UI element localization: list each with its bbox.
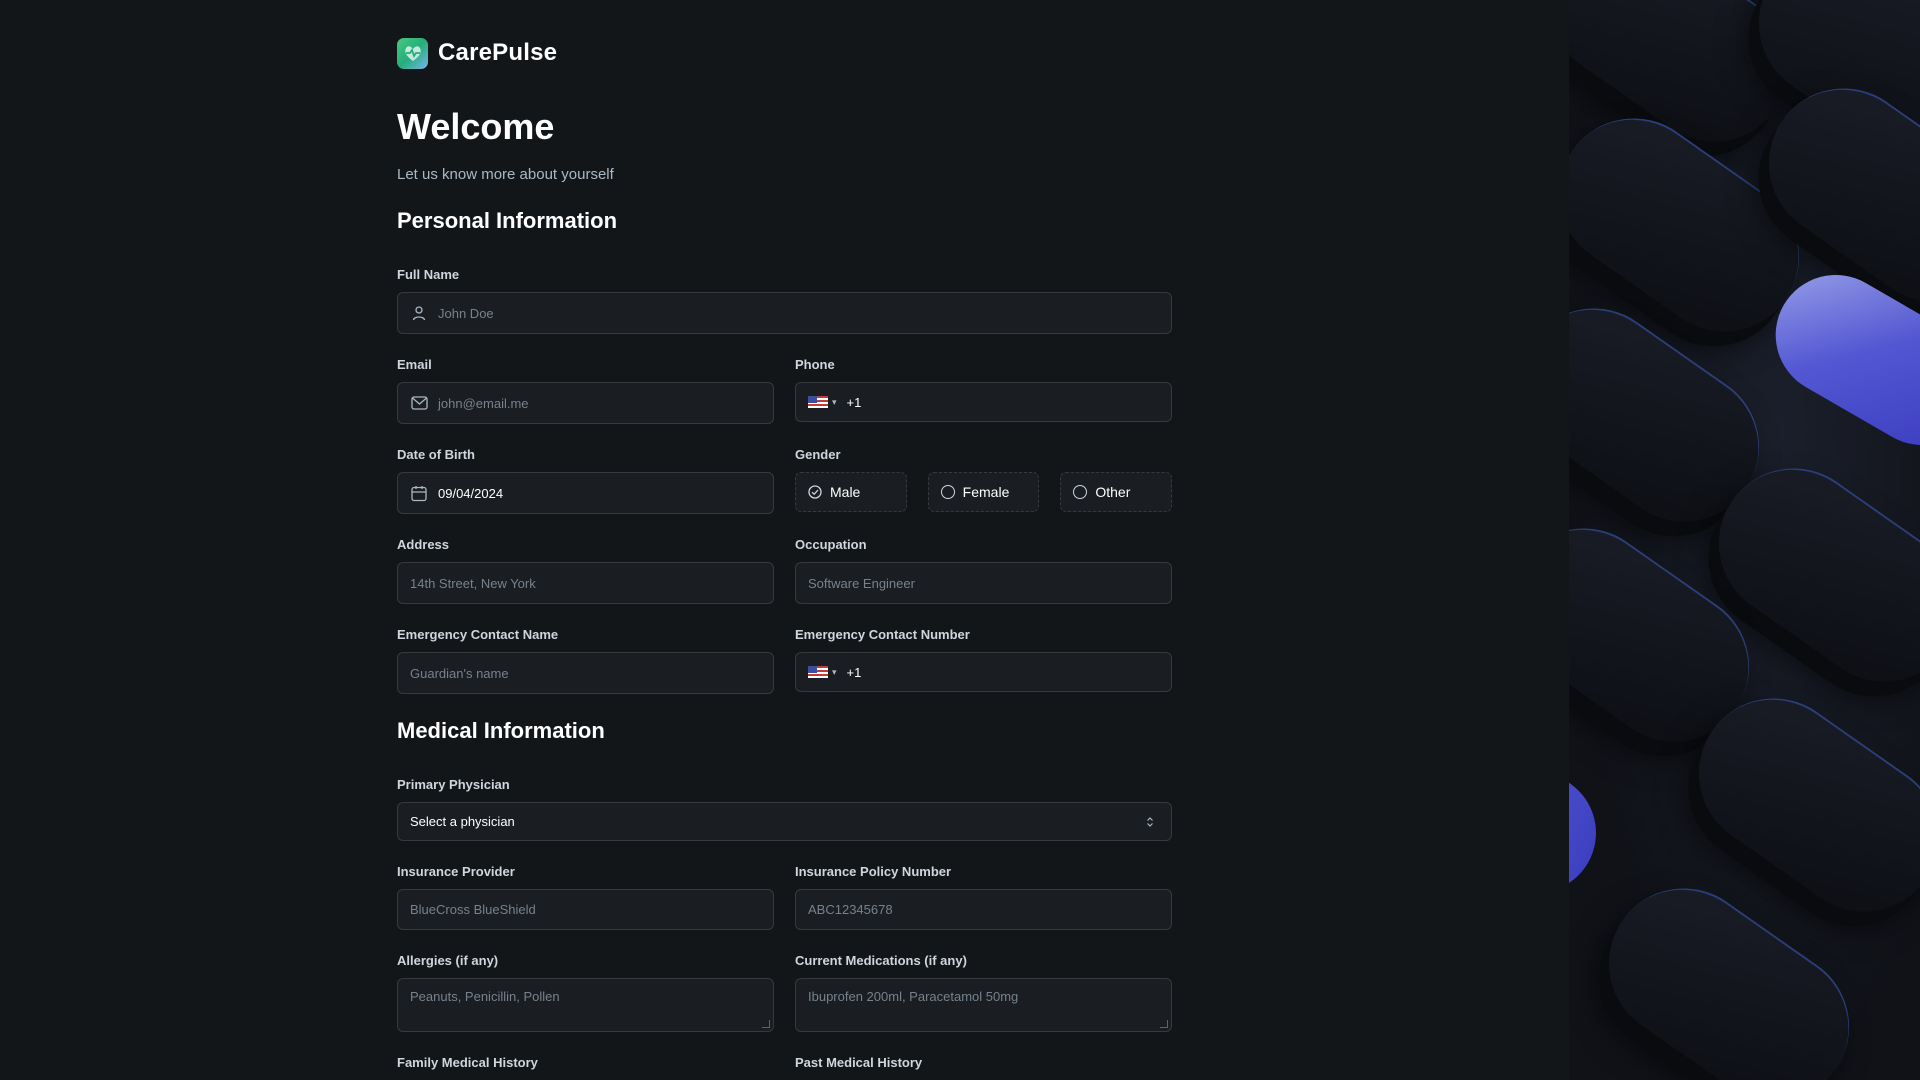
address-placeholder: 14th Street, New York (410, 575, 536, 591)
medications-group: Current Medications (if any) Ibuprofen 2… (795, 953, 1172, 1032)
radio-unchecked-icon (940, 485, 955, 499)
occupation-placeholder: Software Engineer (808, 575, 915, 591)
gender-group: Gender Male Female Other (795, 447, 1173, 514)
insurance-provider-placeholder: BlueCross BlueShield (410, 902, 536, 917)
physician-select-value: Select a physician (410, 814, 515, 829)
phone-group: Phone ▾ +1 (795, 357, 1172, 424)
physician-group: Primary Physician Select a physician (397, 777, 1172, 841)
email-phone-row: Email john@email.me Phone ▾ +1 (397, 357, 1172, 424)
emergency-number-group: Emergency Contact Number ▾ +1 (795, 627, 1172, 694)
insurance-row: Insurance Provider BlueCross BlueShield … (397, 864, 1172, 930)
email-group: Email john@email.me (397, 357, 774, 424)
physician-select[interactable]: Select a physician (397, 802, 1172, 841)
allergies-placeholder: Peanuts, Penicillin, Pollen (410, 989, 560, 1004)
insurance-policy-input[interactable]: ABC12345678 (795, 889, 1172, 930)
gender-label: Gender (795, 447, 841, 462)
insurance-policy-group: Insurance Policy Number ABC12345678 (795, 864, 1172, 930)
user-icon (410, 304, 428, 322)
gender-option-female[interactable]: Female (927, 472, 1040, 512)
gender-option-label: Male (830, 484, 861, 500)
page-subtitle: Let us know more about yourself (397, 166, 614, 183)
mail-icon (410, 394, 428, 412)
resize-handle-icon[interactable] (762, 1020, 770, 1028)
family-history-label: Family Medical History (397, 1055, 538, 1070)
insurance-provider-label: Insurance Provider (397, 864, 515, 879)
occupation-label: Occupation (795, 537, 867, 552)
emergency-number-label: Emergency Contact Number (795, 627, 970, 642)
radio-unchecked-icon (1073, 485, 1088, 499)
gender-radio-group: Male Female Other (795, 472, 1173, 512)
radio-checked-icon (808, 485, 822, 499)
dob-label: Date of Birth (397, 447, 475, 462)
medications-placeholder: Ibuprofen 200ml, Paracetamol 50mg (808, 989, 1019, 1004)
emergency-row: Emergency Contact Name Guardian's name E… (397, 627, 1172, 694)
gender-option-male[interactable]: Male (795, 472, 907, 512)
emergency-name-group: Emergency Contact Name Guardian's name (397, 627, 774, 694)
gender-option-label: Other (1095, 484, 1131, 500)
full-name-group: Full Name John Doe (397, 267, 1172, 334)
brand-name: CarePulse (438, 39, 558, 66)
dob-value: 09/04/2024 (438, 485, 504, 501)
email-label: Email (397, 357, 432, 372)
occupation-input[interactable]: Software Engineer (795, 562, 1172, 604)
full-name-label: Full Name (397, 267, 460, 282)
emergency-number-value: +1 (846, 664, 862, 680)
emergency-number-input[interactable]: ▾ +1 (795, 652, 1172, 692)
address-label: Address (397, 537, 450, 552)
insurance-provider-group: Insurance Provider BlueCross BlueShield (397, 864, 774, 930)
full-name-input[interactable]: John Doe (397, 292, 1172, 334)
allergies-group: Allergies (if any) Peanuts, Penicillin, … (397, 953, 774, 1032)
emergency-name-label: Emergency Contact Name (397, 627, 559, 642)
past-history-label: Past Medical History (795, 1055, 923, 1070)
family-history-group: Family Medical History (397, 1055, 774, 1080)
email-input[interactable]: john@email.me (397, 382, 774, 424)
history-row: Family Medical History Past Medical Hist… (397, 1055, 1172, 1080)
gender-option-label: Female (962, 484, 1010, 500)
page-title: Welcome (397, 106, 555, 147)
chevron-down-icon[interactable]: ▾ (832, 667, 837, 678)
registration-form: CarePulse Welcome Let us know more about… (397, 36, 1173, 1080)
chevron-updown-icon (1141, 813, 1159, 831)
section-title-personal: Personal Information (397, 208, 618, 233)
phone-value: +1 (846, 394, 862, 410)
address-group: Address 14th Street, New York (397, 537, 774, 604)
past-history-group: Past Medical History (795, 1055, 1172, 1080)
insurance-policy-label: Insurance Policy Number (795, 864, 952, 879)
form-panel: CarePulse Welcome Let us know more about… (0, 0, 1569, 1080)
us-flag-icon[interactable] (808, 396, 828, 408)
insurance-policy-placeholder: ABC12345678 (808, 902, 893, 917)
emergency-name-input[interactable]: Guardian's name (397, 652, 774, 694)
brand: CarePulse (397, 36, 1172, 70)
hero-glass-pill (1569, 755, 1613, 945)
dob-group: Date of Birth 09/04/2024 (397, 447, 774, 514)
email-placeholder: john@email.me (438, 395, 529, 411)
medications-textarea[interactable]: Ibuprofen 200ml, Paracetamol 50mg (795, 978, 1172, 1032)
occupation-group: Occupation Software Engineer (795, 537, 1172, 604)
address-occupation-row: Address 14th Street, New York Occupation… (397, 537, 1172, 604)
medications-label: Current Medications (if any) (795, 953, 967, 968)
emergency-name-placeholder: Guardian's name (410, 665, 509, 681)
phone-input[interactable]: ▾ +1 (795, 382, 1172, 422)
carepulse-logo-icon (397, 37, 428, 69)
insurance-provider-input[interactable]: BlueCross BlueShield (397, 889, 774, 930)
allergies-medications-row: Allergies (if any) Peanuts, Penicillin, … (397, 953, 1172, 1032)
calendar-icon (410, 484, 428, 502)
us-flag-icon[interactable] (808, 666, 828, 678)
resize-handle-icon[interactable] (1160, 1020, 1168, 1028)
allergies-textarea[interactable]: Peanuts, Penicillin, Pollen (397, 978, 774, 1032)
hero-image (1569, 0, 1920, 1080)
dob-gender-row: Date of Birth 09/04/2024 Gender Male Fem… (397, 447, 1173, 514)
section-title-medical: Medical Information (397, 718, 605, 743)
address-input[interactable]: 14th Street, New York (397, 562, 774, 604)
full-name-placeholder: John Doe (438, 305, 494, 321)
allergies-label: Allergies (if any) (397, 953, 499, 968)
phone-label: Phone (795, 357, 835, 372)
chevron-down-icon[interactable]: ▾ (832, 397, 837, 408)
dob-input[interactable]: 09/04/2024 (397, 472, 774, 514)
gender-option-other[interactable]: Other (1060, 472, 1173, 512)
physician-label: Primary Physician (397, 777, 510, 792)
